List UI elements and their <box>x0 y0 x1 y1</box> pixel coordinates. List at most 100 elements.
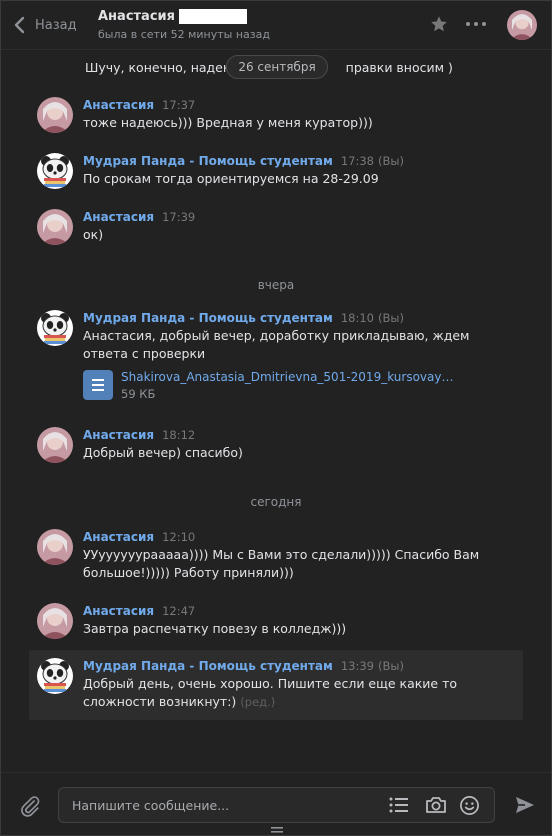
star-icon[interactable] <box>430 15 448 33</box>
message-text: По срокам тогда ориентируемся на 28-29.0… <box>83 170 513 188</box>
message-author[interactable]: Анастасия <box>83 604 154 618</box>
message-line: Добрый вечер) спасибо) <box>83 445 243 460</box>
message-row-selected[interactable]: Мудрая Панда - Помощь студентам 13:39 (В… <box>29 650 523 720</box>
message-line: По срокам тогда ориентируемся на 28-29.0… <box>83 171 379 186</box>
message-author[interactable]: Мудрая Панда - Помощь студентам <box>83 154 333 168</box>
camera-icon[interactable] <box>425 795 447 815</box>
panda-avatar-image <box>37 310 73 346</box>
avatar-photo <box>37 427 73 463</box>
message-time[interactable]: 18:10 <box>341 311 374 325</box>
attach-icon[interactable] <box>19 795 41 817</box>
message-row[interactable]: Анастасия 17:39 ок) <box>29 207 523 255</box>
message-text: Добрый вечер) спасибо) <box>83 444 513 462</box>
send-icon[interactable] <box>514 795 536 815</box>
message-author[interactable]: Мудрая Панда - Помощь студентам <box>83 659 333 673</box>
message-line: ок) <box>83 227 104 242</box>
message-line: тоже надеюсь))) Вредная у меня куратор))… <box>83 115 373 130</box>
message-line: Анастасия, добрый вечер, доработку прикл… <box>83 328 470 343</box>
resize-grip-icon[interactable] <box>271 826 283 834</box>
more-icon[interactable] <box>465 15 487 33</box>
message-header: Мудрая Панда - Помощь студентам 13:39 (В… <box>83 659 404 673</box>
partial-message-right: правки вносим ) <box>345 60 453 75</box>
chevron-left-icon <box>14 16 25 34</box>
date-pill: 26 сентября <box>226 55 328 79</box>
message-line: большое!))))) Работу приняли))) <box>83 565 294 580</box>
message-header: Анастасия 17:37 <box>83 98 195 112</box>
message-time[interactable]: 17:37 <box>162 98 195 112</box>
you-label: (Вы) <box>377 154 404 168</box>
panda-avatar-image <box>37 153 73 189</box>
avatar-photo <box>37 603 73 639</box>
message-line: Завтра распечатку повезу в колледж))) <box>83 621 347 636</box>
message-author[interactable]: Анастасия <box>83 530 154 544</box>
message-time[interactable]: 17:39 <box>162 210 195 224</box>
message-author[interactable]: Анастасия <box>83 98 154 112</box>
avatar[interactable] <box>37 427 73 463</box>
message-text: Анастасия, добрый вечер, доработку прикл… <box>83 327 513 363</box>
back-button[interactable]: Назад <box>13 13 77 37</box>
message-header: Анастасия 17:39 <box>83 210 195 224</box>
document-icon[interactable] <box>83 370 113 400</box>
date-divider-yesterday: вчера <box>257 278 295 292</box>
chat-window: Назад Анастасия была в сети 52 минуты на… <box>0 0 552 836</box>
avatar[interactable] <box>37 529 73 565</box>
back-label: Назад <box>35 17 77 33</box>
avatar[interactable] <box>37 97 73 133</box>
contact-avatar[interactable] <box>507 10 537 40</box>
message-header: Анастасия 12:10 <box>83 530 195 544</box>
you-label: (Вы) <box>377 311 404 325</box>
file-size: 59 КБ <box>121 387 156 401</box>
message-time[interactable]: 17:38 <box>341 154 374 168</box>
avatar[interactable] <box>37 209 73 245</box>
message-row[interactable]: Мудрая Панда - Помощь студентам 18:10 (В… <box>29 308 523 408</box>
contact-name[interactable]: Анастасия <box>98 9 247 24</box>
avatar[interactable] <box>37 603 73 639</box>
message-text: ок) <box>83 226 513 244</box>
message-line: УУуууууураааaa)))) Мы с Вами это сделали… <box>83 547 480 562</box>
partial-message-left: Шучу, конечно, надеюсь <box>85 60 248 75</box>
message-header: Анастасия 18:12 <box>83 428 195 442</box>
message-time[interactable]: 18:12 <box>162 428 195 442</box>
message-line: сложности возникнут:) <box>83 694 237 709</box>
avatar[interactable] <box>37 658 73 694</box>
message-row[interactable]: Анастасия 12:47 Завтра распечатку повезу… <box>29 601 523 649</box>
file-info: Shakirova_Anastasia_Dmitrievna_501-2019_… <box>121 370 453 401</box>
date-divider-today: сегодня <box>250 495 302 509</box>
message-text: Завтра распечатку повезу в колледж))) <box>83 620 513 638</box>
avatar[interactable] <box>37 310 73 346</box>
message-row[interactable]: Анастасия 12:10 УУуууууураааaa)))) Мы с … <box>29 527 523 587</box>
message-text: УУуууууураааaa)))) Мы с Вами это сделали… <box>83 546 513 582</box>
message-row[interactable]: Мудрая Панда - Помощь студентам 17:38 (В… <box>29 151 523 199</box>
message-row[interactable]: Анастасия 17:37 тоже надеюсь))) Вредная … <box>29 95 523 143</box>
message-text: тоже надеюсь))) Вредная у меня куратор))… <box>83 114 513 132</box>
message-header: Мудрая Панда - Помощь студентам 18:10 (В… <box>83 311 404 325</box>
avatar-photo <box>37 97 73 133</box>
message-feed[interactable]: Шучу, конечно, надеюсь правки вносим ) 26… <box>1 50 551 772</box>
file-name-link[interactable]: Shakirova_Anastasia_Dmitrievna_501-2019_… <box>121 370 453 384</box>
message-time[interactable]: 12:47 <box>162 604 195 618</box>
avatar-photo <box>37 529 73 565</box>
avatar-photo <box>37 209 73 245</box>
message-time[interactable]: 13:39 <box>341 659 374 673</box>
message-author[interactable]: Мудрая Панда - Помощь студентам <box>83 311 333 325</box>
message-line: ответа с проверки <box>83 346 206 361</box>
message-input[interactable]: Напишите сообщение... <box>58 787 495 823</box>
message-text: Добрый день, очень хорошо. Пишите если е… <box>83 675 513 711</box>
message-input-placeholder: Напишите сообщение... <box>72 798 230 813</box>
message-row[interactable]: Анастасия 18:12 Добрый вечер) спасибо) <box>29 425 523 473</box>
commands-icon[interactable] <box>389 796 409 814</box>
document-lines-glyph <box>92 379 104 391</box>
contact-status: была в сети 52 минуты назад <box>98 28 270 41</box>
avatar-photo <box>507 10 537 40</box>
redaction-box <box>179 9 247 24</box>
you-label: (Вы) <box>377 659 404 673</box>
file-attachment[interactable]: Shakirova_Anastasia_Dmitrievna_501-2019_… <box>83 370 453 401</box>
contact-name-text: Анастасия <box>98 9 175 24</box>
message-author[interactable]: Анастасия <box>83 428 154 442</box>
chat-header: Назад Анастасия была в сети 52 минуты на… <box>1 1 551 50</box>
avatar[interactable] <box>37 153 73 189</box>
edited-label: (ред.) <box>240 695 276 709</box>
message-author[interactable]: Анастасия <box>83 210 154 224</box>
smile-icon[interactable] <box>459 795 480 816</box>
message-time[interactable]: 12:10 <box>162 530 195 544</box>
